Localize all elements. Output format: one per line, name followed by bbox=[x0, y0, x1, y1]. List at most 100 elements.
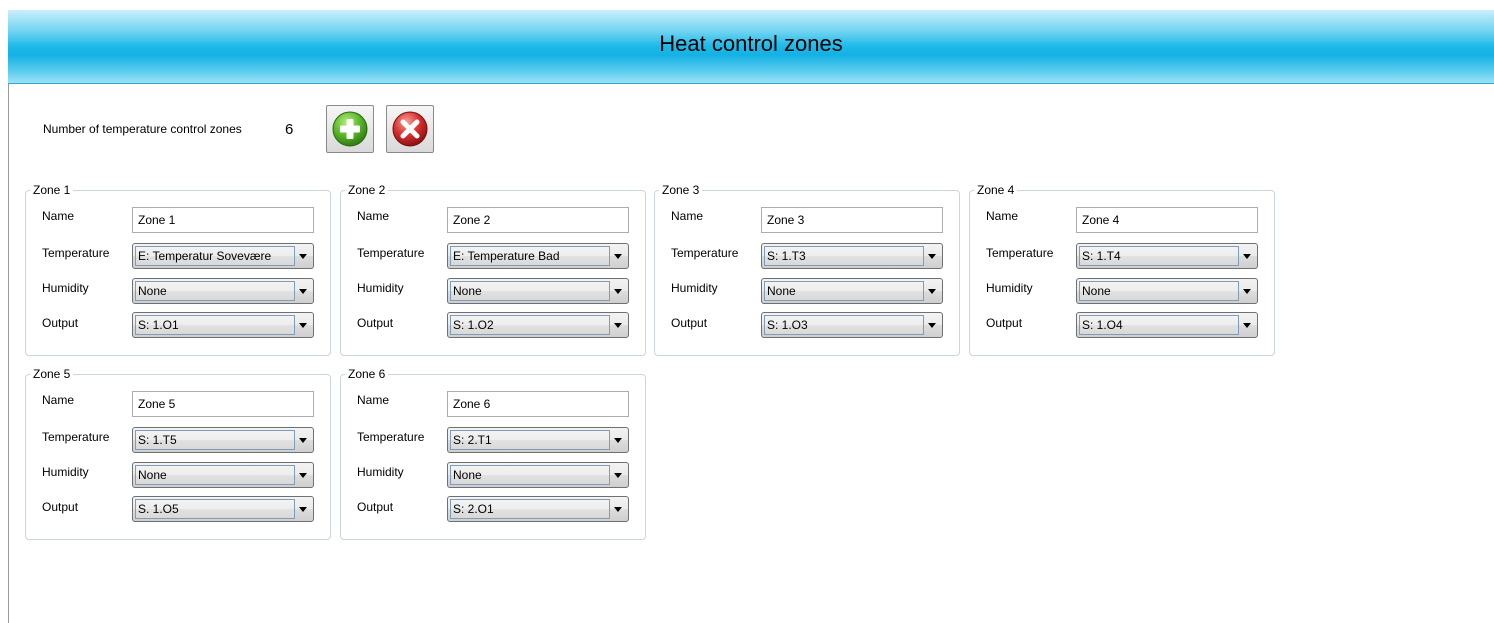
humidity-label: Humidity bbox=[357, 465, 404, 479]
chevron-down-icon bbox=[928, 289, 936, 294]
temperature-dropdown[interactable]: S: 1.T4 bbox=[1076, 243, 1258, 269]
chevron-down-icon bbox=[928, 254, 936, 259]
humidity-selected-value: None bbox=[767, 284, 796, 298]
temperature-label: Temperature bbox=[671, 246, 739, 260]
chevron-down-icon bbox=[614, 507, 622, 512]
output-dropdown[interactable]: S: 1.O4 bbox=[1076, 312, 1258, 338]
zone-group-5: Zone 5 Name Temperature Humidity Output S: 1.… bbox=[25, 367, 331, 540]
humidity-label: Humidity bbox=[357, 281, 404, 295]
output-label: Output bbox=[671, 316, 708, 330]
chevron-down-icon bbox=[1243, 289, 1251, 294]
zone-count-label: Number of temperature control zones bbox=[43, 122, 242, 136]
chevron-down-icon bbox=[299, 254, 307, 259]
output-selected-value: S: 1.O1 bbox=[138, 318, 179, 332]
temperature-label: Temperature bbox=[357, 246, 425, 260]
temperature-label: Temperature bbox=[42, 430, 110, 444]
humidity-selected-value: None bbox=[453, 468, 482, 482]
add-zone-button[interactable] bbox=[326, 105, 374, 153]
plus-circle-icon bbox=[332, 111, 368, 147]
humidity-selected-value: None bbox=[1082, 284, 1111, 298]
temperature-selected-value: S: 1.T5 bbox=[138, 433, 177, 447]
zone-name-input[interactable] bbox=[447, 207, 629, 233]
chevron-down-icon bbox=[299, 507, 307, 512]
output-dropdown[interactable]: S: 1.O2 bbox=[447, 312, 629, 338]
humidity-label: Humidity bbox=[42, 281, 89, 295]
name-label: Name bbox=[357, 393, 390, 407]
humidity-selected-value: None bbox=[138, 468, 167, 482]
name-label: Name bbox=[986, 209, 1019, 223]
output-label: Output bbox=[357, 316, 394, 330]
zone-group-1: Zone 1 Name Temperature Humidity Output E: Te… bbox=[25, 183, 331, 356]
humidity-label: Humidity bbox=[42, 465, 89, 479]
x-circle-icon bbox=[392, 111, 428, 147]
name-label: Name bbox=[42, 209, 75, 223]
zone-name-input[interactable] bbox=[132, 207, 314, 233]
humidity-selected-value: None bbox=[138, 284, 167, 298]
zone-name-input[interactable] bbox=[447, 391, 629, 417]
output-label: Output bbox=[357, 500, 394, 514]
output-selected-value: S. 1.O5 bbox=[138, 502, 179, 516]
output-dropdown[interactable]: S: 2.O1 bbox=[447, 496, 629, 522]
chevron-down-icon bbox=[928, 323, 936, 328]
output-label: Output bbox=[986, 316, 1023, 330]
remove-zone-button[interactable] bbox=[386, 105, 434, 153]
chevron-down-icon bbox=[299, 289, 307, 294]
chevron-down-icon bbox=[614, 473, 622, 478]
zone-title: Zone 2 bbox=[345, 183, 389, 198]
humidity-dropdown[interactable]: None bbox=[132, 278, 314, 304]
output-selected-value: S: 1.O4 bbox=[1082, 318, 1123, 332]
humidity-dropdown[interactable]: None bbox=[761, 278, 943, 304]
chevron-down-icon bbox=[614, 323, 622, 328]
temperature-selected-value: E: Temperatur Sovevære bbox=[138, 249, 272, 263]
temperature-dropdown[interactable]: S: 2.T1 bbox=[447, 427, 629, 453]
zone-count-value: 6 bbox=[285, 121, 294, 138]
temperature-label: Temperature bbox=[42, 246, 110, 260]
output-dropdown[interactable]: S. 1.O5 bbox=[132, 496, 314, 522]
chevron-down-icon bbox=[299, 473, 307, 478]
zone-group-6: Zone 6 Name Temperature Humidity Output S: 2.… bbox=[340, 367, 646, 540]
humidity-label: Humidity bbox=[986, 281, 1033, 295]
zone-title: Zone 3 bbox=[659, 183, 703, 198]
temperature-selected-value: S: 2.T1 bbox=[453, 433, 492, 447]
title-banner: Heat control zones bbox=[8, 10, 1494, 84]
window-left-border bbox=[8, 84, 9, 623]
output-dropdown[interactable]: S: 1.O1 bbox=[132, 312, 314, 338]
output-selected-value: S: 1.O2 bbox=[453, 318, 494, 332]
chevron-down-icon bbox=[299, 323, 307, 328]
zone-name-input[interactable] bbox=[1076, 207, 1258, 233]
temperature-dropdown[interactable]: S: 1.T3 bbox=[761, 243, 943, 269]
zone-title: Zone 6 bbox=[345, 367, 389, 382]
output-label: Output bbox=[42, 500, 79, 514]
name-label: Name bbox=[42, 393, 75, 407]
output-selected-value: S: 1.O3 bbox=[767, 318, 808, 332]
output-dropdown[interactable]: S: 1.O3 bbox=[761, 312, 943, 338]
name-label: Name bbox=[671, 209, 704, 223]
humidity-selected-value: None bbox=[453, 284, 482, 298]
chevron-down-icon bbox=[614, 438, 622, 443]
temperature-dropdown[interactable]: E: Temperatur Sovevære bbox=[132, 243, 314, 269]
temperature-selected-value: S: 1.T4 bbox=[1082, 249, 1121, 263]
humidity-dropdown[interactable]: None bbox=[1076, 278, 1258, 304]
chevron-down-icon bbox=[614, 254, 622, 259]
humidity-dropdown[interactable]: None bbox=[447, 278, 629, 304]
chevron-down-icon bbox=[614, 289, 622, 294]
zone-title: Zone 5 bbox=[30, 367, 74, 382]
zone-group-2: Zone 2 Name Temperature Humidity Output E: Te… bbox=[340, 183, 646, 356]
temperature-label: Temperature bbox=[986, 246, 1054, 260]
output-selected-value: S: 2.O1 bbox=[453, 502, 494, 516]
zone-title: Zone 1 bbox=[30, 183, 74, 198]
temperature-dropdown[interactable]: E: Temperature Bad bbox=[447, 243, 629, 269]
zone-name-input[interactable] bbox=[761, 207, 943, 233]
chevron-down-icon bbox=[299, 438, 307, 443]
zone-title: Zone 4 bbox=[974, 183, 1018, 198]
temperature-selected-value: S: 1.T3 bbox=[767, 249, 806, 263]
chevron-down-icon bbox=[1243, 254, 1251, 259]
zone-name-input[interactable] bbox=[132, 391, 314, 417]
humidity-dropdown[interactable]: None bbox=[132, 462, 314, 488]
temperature-selected-value: E: Temperature Bad bbox=[453, 249, 560, 263]
chevron-down-icon bbox=[1243, 323, 1251, 328]
humidity-dropdown[interactable]: None bbox=[447, 462, 629, 488]
zone-group-3: Zone 3 Name Temperature Humidity Output S: 1.… bbox=[654, 183, 960, 356]
output-label: Output bbox=[42, 316, 79, 330]
temperature-dropdown[interactable]: S: 1.T5 bbox=[132, 427, 314, 453]
